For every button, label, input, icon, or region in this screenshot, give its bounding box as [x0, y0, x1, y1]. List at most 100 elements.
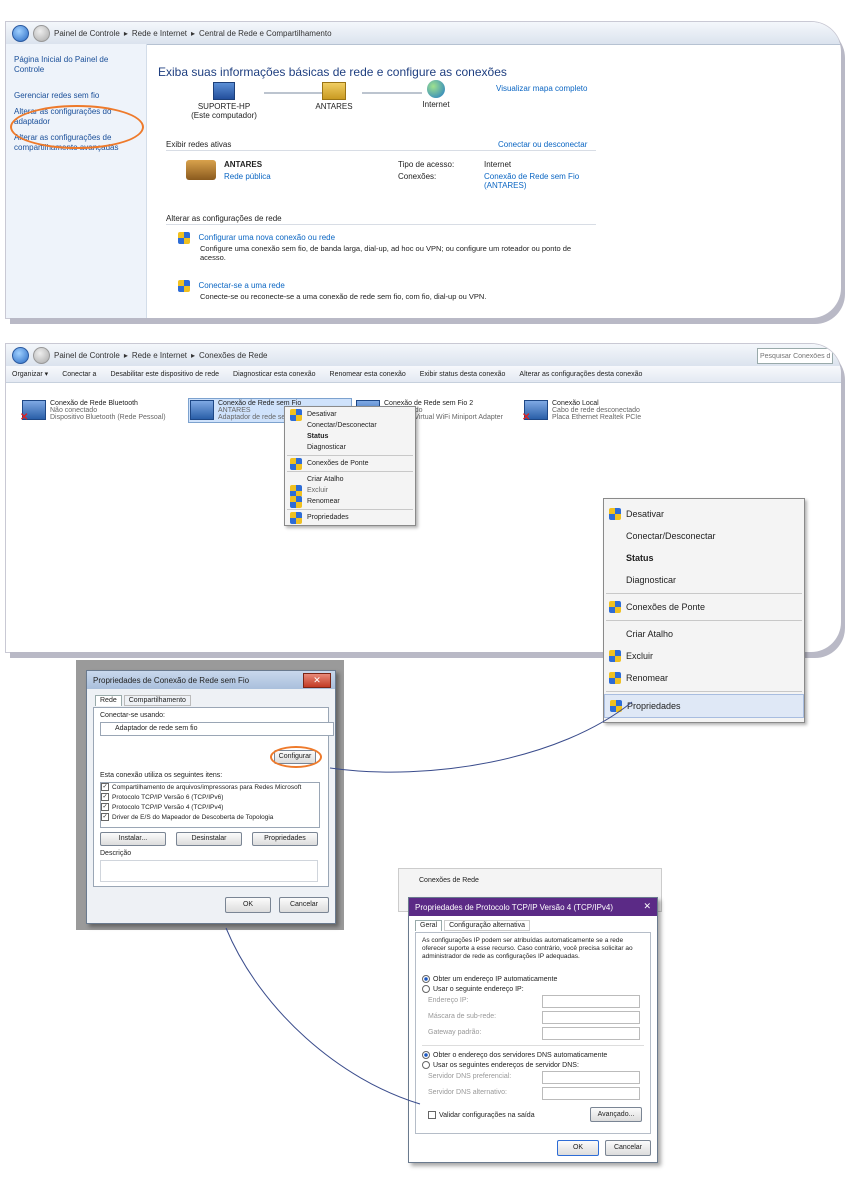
properties-button[interactable]: Propriedades — [252, 832, 318, 846]
menu-item[interactable]: Conexões de Ponte — [285, 457, 415, 470]
shield-icon — [290, 495, 302, 508]
sidebar-item-wireless[interactable]: Gerenciar redes sem fio — [6, 88, 146, 104]
dns-preferred-label: Servidor DNS preferencial: — [428, 1073, 512, 1080]
highlight-circle — [10, 105, 144, 149]
connect-disconnect-link[interactable]: Conectar ou desconectar — [498, 140, 587, 149]
dns-preferred-field[interactable] — [542, 1071, 640, 1084]
dns-alternate-field[interactable] — [542, 1087, 640, 1100]
task-title[interactable]: Conectar-se a uma rede — [199, 281, 285, 290]
cancel-button[interactable]: Cancelar — [279, 897, 329, 913]
toolbar-change-settings[interactable]: Alterar as configurações desta conexão — [519, 371, 642, 378]
dialog-title-bar: Propriedades de Protocolo TCP/IP Versão … — [409, 898, 657, 916]
ok-button[interactable]: OK — [225, 897, 271, 913]
wireless-properties-dialog: Propriedades de Conexão de Rede sem Fio … — [86, 670, 336, 924]
close-icon[interactable]: ✕ — [303, 673, 331, 688]
ok-button[interactable]: OK — [557, 1140, 599, 1156]
uninstall-button[interactable]: Desinstalar — [176, 832, 242, 846]
toolbar-diagnose[interactable]: Diagnosticar esta conexão — [233, 371, 316, 378]
address-bar[interactable]: Painel de Controle ▸ Rede e Internet ▸ Cen… — [6, 22, 841, 45]
task-desc: Configure uma conexão sem fio, de banda … — [200, 244, 572, 262]
tab-sharing[interactable]: Compartilhamento — [123, 695, 191, 706]
list-item[interactable]: ✓ Driver de E/S do Mapeador de Descoberta… — [101, 813, 319, 823]
back-button[interactable] — [12, 24, 29, 42]
connection-link[interactable]: Conexão de Rede sem Fio (ANTARES) — [484, 172, 594, 190]
breadcrumb-item[interactable]: Painel de Controle — [54, 351, 120, 360]
shield-icon — [290, 457, 302, 470]
breadcrumb-item[interactable]: Central de Rede e Compartilhamento — [199, 29, 332, 38]
menu-item-bridge[interactable]: Conexões de Ponte — [604, 596, 804, 618]
menu-item[interactable]: Criar Atalho — [285, 474, 415, 485]
dns-manual-radio[interactable]: Usar os seguintes endereços de servidor … — [422, 1061, 579, 1069]
connection-item[interactable]: ✕ Conexão Local Cabo de rede desconectado… — [522, 400, 684, 423]
menu-item-properties[interactable]: Propriedades — [604, 694, 804, 718]
full-map-link[interactable]: Visualizar mapa completo — [496, 84, 587, 93]
list-item[interactable]: ✓ Protocolo TCP/IP Versão 4 (TCP/IPv4) — [101, 803, 319, 813]
forward-button[interactable] — [33, 346, 50, 364]
toolbar-rename[interactable]: Renomear esta conexão — [330, 371, 406, 378]
forward-button[interactable] — [33, 24, 50, 42]
menu-item-delete[interactable]: Excluir — [604, 645, 804, 667]
tab-general[interactable]: Geral — [415, 920, 443, 931]
menu-item[interactable]: Conectar/Desconectar — [285, 420, 415, 431]
menu-item[interactable]: Propriedades — [285, 511, 415, 524]
tcpip-properties-dialog: Propriedades de Protocolo TCP/IP Versão … — [408, 897, 658, 1163]
sidebar-item-home[interactable]: Página Inicial do Painel de Controle — [6, 52, 146, 78]
background-window-title: Conexões de Rede — [419, 877, 479, 884]
install-button[interactable]: Instalar... — [100, 832, 166, 846]
breadcrumb-item[interactable]: Conexões de Rede — [199, 351, 268, 360]
menu-item-status[interactable]: Status — [604, 547, 804, 569]
menu-item-connect[interactable]: Conectar/Desconectar — [604, 525, 804, 547]
ip-address-label: Endereço IP: — [428, 997, 469, 1004]
menu-item[interactable]: Status — [285, 431, 415, 442]
search-input[interactable] — [757, 348, 833, 364]
shield-icon — [609, 508, 621, 520]
connection-item[interactable]: ✕ Conexão de Rede Bluetooth Não conectado… — [20, 400, 182, 423]
ip-auto-radio[interactable]: Obter um endereço IP automaticamente — [422, 975, 557, 983]
breadcrumb-item[interactable]: Painel de Controle — [54, 29, 120, 38]
sidebar: Página Inicial do Painel de Controle Ger… — [6, 44, 147, 318]
menu-item-diagnose[interactable]: Diagnosticar — [604, 569, 804, 591]
task-title[interactable]: Configurar uma nova conexão ou rede — [199, 233, 336, 242]
disconnected-icon: ✕ — [522, 412, 531, 423]
toolbar-status[interactable]: Exibir status desta conexão — [420, 371, 506, 378]
advanced-button[interactable]: Avançado... — [590, 1107, 642, 1122]
address-bar[interactable]: Painel de Controle ▸ Rede e Internet ▸ Con… — [6, 344, 841, 367]
menu-item[interactable]: Excluir — [285, 484, 415, 497]
subnet-field[interactable] — [542, 1011, 640, 1024]
active-networks-label: Exibir redes ativas — [166, 140, 232, 149]
cancel-button[interactable]: Cancelar — [605, 1140, 651, 1156]
list-item[interactable]: ✓ Protocolo TCP/IP Versão 6 (TCP/IPv6) — [101, 793, 319, 803]
toolbar: Organizar ▾ Conectar a Desabilitar este … — [6, 366, 841, 383]
toolbar-connect[interactable]: Conectar a — [62, 371, 96, 378]
menu-item[interactable]: Diagnosticar — [285, 442, 415, 453]
items-label: Esta conexão utiliza os seguintes itens: — [100, 772, 223, 779]
network-name: ANTARES — [224, 160, 263, 169]
toolbar-disable[interactable]: Desabilitar este dispositivo de rede — [110, 371, 219, 378]
list-item[interactable]: ✓ Compartilhamento de arquivos/impressora… — [101, 783, 319, 793]
breadcrumb-item[interactable]: Rede e Internet — [132, 29, 187, 38]
menu-item-shortcut[interactable]: Criar Atalho — [604, 623, 804, 645]
close-icon[interactable]: ✕ — [643, 901, 651, 912]
dns-auto-radio[interactable]: Obter o endereço dos servidores DNS auto… — [422, 1051, 607, 1059]
public-network-icon — [186, 160, 216, 180]
toolbar-organize[interactable]: Organizar ▾ — [12, 370, 48, 378]
network-node-internet: Internet — [406, 80, 466, 109]
gateway-field[interactable] — [542, 1027, 640, 1040]
items-list: ✓ Compartilhamento de arquivos/impressora… — [100, 782, 320, 828]
tab-network[interactable]: Rede — [95, 695, 122, 706]
highlight-circle — [270, 746, 322, 768]
breadcrumb-item[interactable]: Rede e Internet — [132, 351, 187, 360]
ip-manual-radio[interactable]: Usar o seguinte endereço IP: — [422, 985, 524, 993]
menu-item[interactable]: Desativar — [285, 408, 415, 421]
menu-item[interactable]: Renomear — [285, 495, 415, 508]
network-type-link[interactable]: Rede pública — [224, 172, 271, 181]
validate-checkbox[interactable]: Validar configurações na saída — [428, 1111, 535, 1119]
ip-address-field[interactable] — [542, 995, 640, 1008]
task-item[interactable]: Conectar-se a uma rede Conecte-se ou rec… — [178, 280, 598, 301]
task-item[interactable]: Configurar uma nova conexão ou rede Conf… — [178, 232, 598, 262]
back-button[interactable] — [12, 346, 29, 364]
tab-alternate[interactable]: Configuração alternativa — [444, 920, 531, 931]
menu-item-rename[interactable]: Renomear — [604, 667, 804, 689]
menu-item-disable[interactable]: Desativar — [604, 503, 804, 525]
description-label: Descrição — [100, 850, 132, 857]
